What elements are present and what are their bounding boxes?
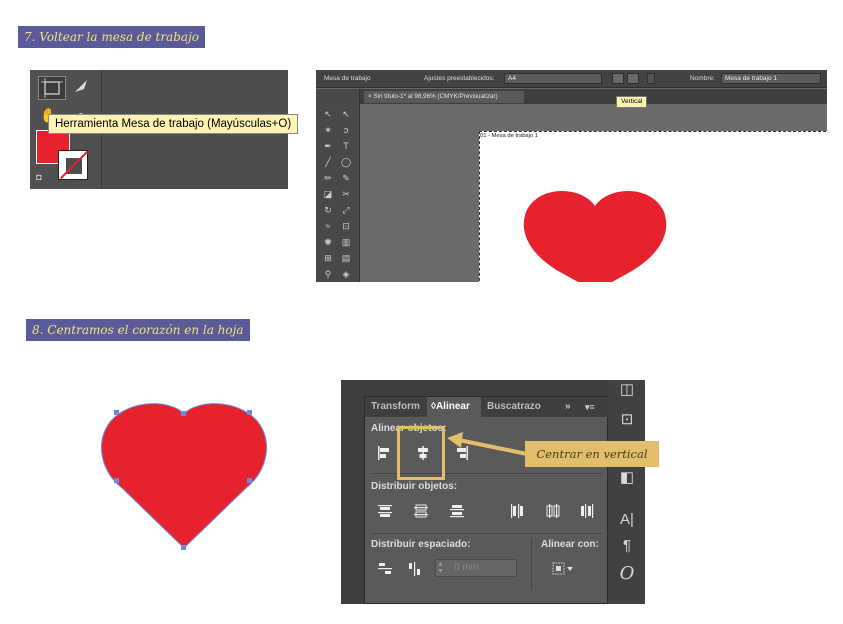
distribute-left-icon[interactable] xyxy=(509,503,525,519)
portrait-orientation-button[interactable] xyxy=(612,73,624,84)
document-tab-title: Sin título-1* al 98,96% (CMYK/Previsuali… xyxy=(373,93,498,100)
type-tool-icon[interactable]: T xyxy=(338,139,354,153)
pencil-tool-icon[interactable]: ✎ xyxy=(338,171,354,185)
vertical-tooltip: Vertical xyxy=(616,96,648,108)
tab-alinear[interactable]: ◊Alinear xyxy=(427,397,481,417)
panel-menu-icon[interactable]: ▾≡ xyxy=(585,397,603,417)
callout-center-vertical: Centrar en vertical xyxy=(525,441,659,467)
step-7-title: 7. Voltear la mesa de trabajo xyxy=(18,26,206,48)
scale-tool-icon[interactable]: ⤢ xyxy=(338,203,354,217)
rotate-tool-icon[interactable]: ↻ xyxy=(320,203,336,217)
artboards-icon[interactable]: ⊡ xyxy=(615,410,639,430)
stroke-color-swatch[interactable] xyxy=(58,150,88,180)
gradient-tool-icon[interactable]: ▤ xyxy=(338,251,354,265)
tab-buscatrazos[interactable]: Buscatrazo xyxy=(487,397,543,417)
distribute-vertical-center-icon[interactable] xyxy=(413,503,429,519)
control-tool-label: Mesa de trabajo xyxy=(324,75,371,82)
distribute-right-icon[interactable] xyxy=(579,503,595,519)
align-to-label: Alinear con: xyxy=(541,539,599,550)
anchor-point[interactable] xyxy=(114,478,119,483)
distribute-top-icon[interactable] xyxy=(377,503,393,519)
artboard-label: 01 - Mesa de trabajo 1 xyxy=(480,133,539,139)
distribute-horizontal-center-icon[interactable] xyxy=(545,503,561,519)
spacing-value: 0 mm xyxy=(454,562,479,573)
align-left-icon[interactable] xyxy=(377,445,393,461)
distribute-spacing-label: Distribuir espaciado: xyxy=(371,539,471,550)
artboard-tool-icon[interactable] xyxy=(38,76,66,100)
align-to-selection-icon xyxy=(552,562,573,575)
anchor-point[interactable] xyxy=(114,410,119,415)
distribute-horizontal-space-icon[interactable] xyxy=(407,561,423,577)
ellipse-tool-icon[interactable]: ◯ xyxy=(338,155,354,169)
graph-tool-icon[interactable]: ▥ xyxy=(338,235,354,249)
panel-tabs: Transform ◊Alinear Buscatrazo » ▾≡ xyxy=(365,397,609,417)
paintbrush-tool-icon[interactable]: ✏ xyxy=(320,171,336,185)
control-bar: Mesa de trabajo Ajustes preestablecidos:… xyxy=(316,70,827,88)
mesh-tool-icon[interactable]: ⊞ xyxy=(320,251,336,265)
spacing-stepper-icon[interactable]: ▲ ▼ xyxy=(437,561,449,575)
warp-tool-icon[interactable]: ≈ xyxy=(320,219,336,233)
presets-label: Ajustes preestablecidos: xyxy=(424,75,495,82)
align-vertical-highlight-box xyxy=(397,426,445,480)
free-transform-tool-icon[interactable]: ⊡ xyxy=(338,219,354,233)
tab-alinear-label: Alinear xyxy=(435,401,470,412)
opentype-icon[interactable]: O xyxy=(615,564,639,584)
landscape-orientation-button[interactable] xyxy=(627,73,639,84)
character-icon[interactable]: A| xyxy=(615,510,639,530)
distribute-vertical-space-icon[interactable] xyxy=(377,561,393,577)
selection-tool-icon[interactable]: ↖ xyxy=(320,107,336,121)
scissors-tool-icon[interactable]: ✂ xyxy=(338,187,354,201)
anchor-point[interactable] xyxy=(181,545,186,550)
align-to-dropdown[interactable] xyxy=(551,561,577,577)
artboard-name-input[interactable]: Mesa de trabajo 1 xyxy=(721,73,821,84)
symbol-sprayer-tool-icon[interactable]: ✺ xyxy=(320,235,336,249)
presets-select[interactable]: A4 xyxy=(504,73,602,84)
document-tab[interactable]: × Sin título-1* al 98,96% (CMYK/Previsua… xyxy=(364,91,524,103)
eyedropper-tool-icon[interactable]: ⚲ xyxy=(320,267,336,281)
step-8-title: 8. Centramos el corazón en la hoja xyxy=(26,319,250,341)
move-artwork-button[interactable] xyxy=(647,73,655,84)
artboard-tool-tooltip: Herramienta Mesa de trabajo (Mayúsculas+… xyxy=(48,114,299,134)
tools-panel: ↖ ↖ ✶ ↄ ✒ T ╱ ◯ ✏ ✎ ◪ ✂ ↻ ⤢ ≈ ⊡ ✺ ▥ ⊞ ▤ … xyxy=(316,89,360,282)
column-divider xyxy=(531,539,532,589)
tab-transform[interactable]: Transform xyxy=(371,397,427,417)
default-colors-icon[interactable]: ◘ xyxy=(32,170,46,184)
lasso-tool-icon[interactable]: ↄ xyxy=(338,123,354,137)
callout-arrow-icon xyxy=(447,432,528,456)
heart-shape-upper[interactable] xyxy=(520,184,670,282)
eraser-tool-icon[interactable]: ◪ xyxy=(320,187,336,201)
artboard-name-value: Mesa de trabajo 1 xyxy=(725,75,778,82)
anchor-point[interactable] xyxy=(247,410,252,415)
transform-icon[interactable]: ◫ xyxy=(615,380,639,400)
pen-tool-icon[interactable]: ✒ xyxy=(320,139,336,153)
presets-value: A4 xyxy=(508,75,516,82)
magic-wand-tool-icon[interactable]: ✶ xyxy=(320,123,336,137)
section-divider xyxy=(371,533,603,534)
blend-tool-icon[interactable]: ◈ xyxy=(338,267,354,281)
illustrator-workspace-screenshot: Mesa de trabajo Ajustes preestablecidos:… xyxy=(316,70,827,282)
name-label: Nombre: xyxy=(690,75,715,82)
pathfinder-icon[interactable]: ◧ xyxy=(615,468,639,488)
heart-shape-selected[interactable] xyxy=(100,402,268,552)
side-icon-dock: ◫ ⊡ ▣ ◧ A| ¶ O xyxy=(609,380,645,604)
panel-collapse-icon[interactable]: » xyxy=(565,397,579,417)
line-tool-icon[interactable]: ╱ xyxy=(320,155,336,169)
paragraph-icon[interactable]: ¶ xyxy=(615,536,639,556)
distribute-objects-label: Distribuir objetos: xyxy=(371,481,458,492)
anchor-point[interactable] xyxy=(181,411,186,416)
align-panel-screenshot: Transform ◊Alinear Buscatrazo » ▾≡ Aline… xyxy=(341,380,645,604)
distribute-bottom-icon[interactable] xyxy=(449,503,465,519)
anchor-point[interactable] xyxy=(247,478,252,483)
direct-selection-tool-icon[interactable]: ↖ xyxy=(338,107,354,121)
slice-tool-icon[interactable] xyxy=(70,76,92,98)
